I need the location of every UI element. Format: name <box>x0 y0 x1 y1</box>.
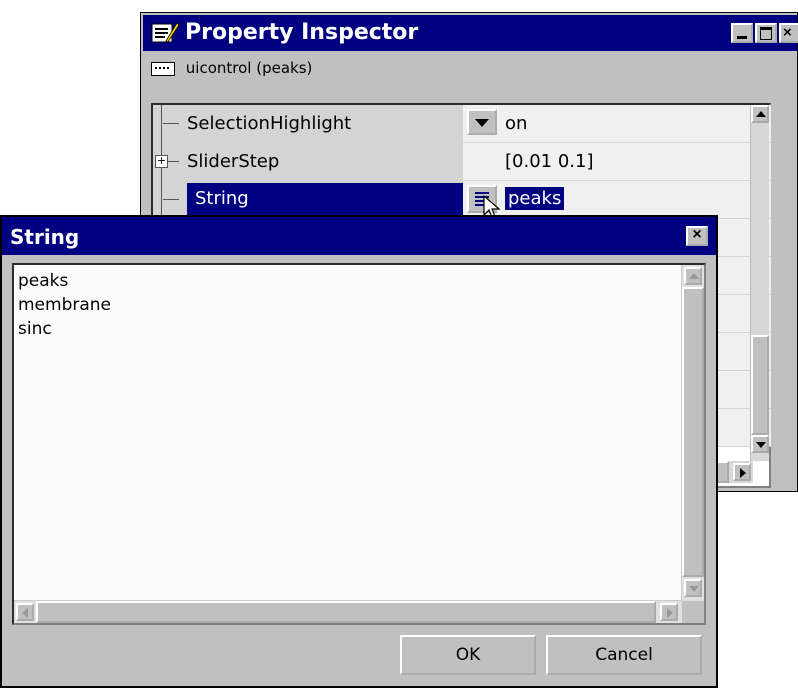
scroll-down-icon[interactable] <box>751 435 769 453</box>
inspector-vertical-scrollbar[interactable] <box>750 105 769 461</box>
close-icon: × <box>783 24 792 41</box>
h-scroll-thumb[interactable] <box>36 601 656 623</box>
property-row-string[interactable]: String peaks <box>153 181 771 221</box>
scroll-left-icon[interactable] <box>16 603 34 621</box>
uicontrol-icon <box>151 61 175 76</box>
scroll-down-icon[interactable] <box>684 579 702 597</box>
property-value[interactable]: on <box>505 113 527 134</box>
maximize-icon <box>760 27 772 40</box>
object-selector[interactable]: uicontrol (peaks) <box>151 59 312 85</box>
scroll-up-icon[interactable] <box>684 267 702 285</box>
property-name: String <box>187 183 463 215</box>
property-row-sliderstep[interactable]: + SliderStep [0.01 0.1] <box>153 143 771 181</box>
string-line: peaks <box>18 271 69 291</box>
dialog-titlebar[interactable]: String × <box>2 217 716 255</box>
dialog-horizontal-scrollbar[interactable] <box>14 600 682 623</box>
string-line: sinc <box>18 319 52 339</box>
maximize-button[interactable] <box>755 23 777 43</box>
dialog-close-button[interactable]: × <box>686 226 708 246</box>
string-dialog: String × peaks membrane sinc OK Cancel <box>0 215 718 688</box>
scroll-thumb[interactable] <box>751 335 769 435</box>
scroll-up-icon[interactable] <box>751 105 769 123</box>
dialog-vertical-scrollbar[interactable] <box>681 265 704 601</box>
property-value[interactable]: [0.01 0.1] <box>505 151 593 172</box>
string-line: membrane <box>18 295 112 315</box>
property-name: SelectionHighlight <box>187 113 352 134</box>
v-scroll-thumb[interactable] <box>682 287 704 577</box>
scroll-right-icon[interactable] <box>733 463 751 481</box>
object-label: uicontrol (peaks) <box>185 59 313 77</box>
cancel-button[interactable]: Cancel <box>546 635 702 675</box>
inspector-titlebar[interactable]: Property Inspector × <box>143 15 798 51</box>
property-value[interactable]: peaks <box>505 187 565 210</box>
inspector-title: Property Inspector <box>185 20 419 45</box>
close-icon: × <box>692 226 702 243</box>
ok-button[interactable]: OK <box>400 635 536 675</box>
dialog-title: String <box>10 225 80 249</box>
minimize-button[interactable] <box>731 23 753 43</box>
inspector-close-button[interactable]: × <box>779 23 798 43</box>
inspector-app-icon <box>151 22 179 43</box>
scroll-corner <box>682 601 704 623</box>
dropdown-arrow-button[interactable] <box>467 109 497 135</box>
minimize-icon <box>737 36 747 39</box>
property-row-selectionhighlight[interactable]: SelectionHighlight on <box>153 105 771 143</box>
scroll-right-icon[interactable] <box>660 603 678 621</box>
string-textarea[interactable]: peaks membrane sinc <box>12 263 706 625</box>
property-name: SliderStep <box>187 151 280 172</box>
